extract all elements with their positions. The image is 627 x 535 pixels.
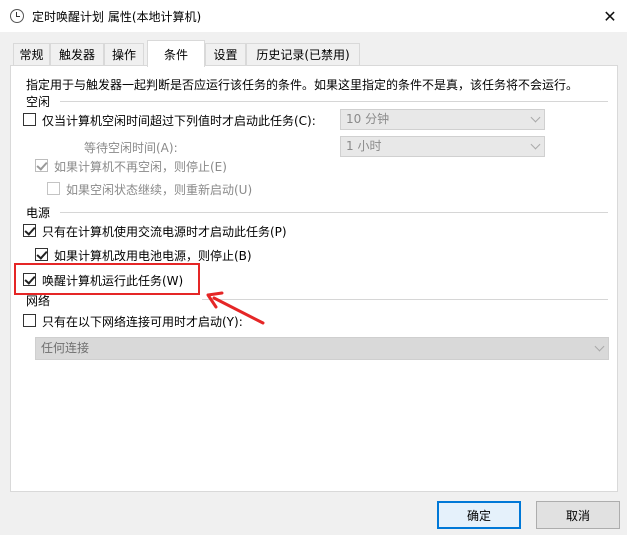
annotation-arrow-icon xyxy=(206,291,265,325)
cancel-button[interactable]: 取消 xyxy=(536,501,620,529)
ok-button[interactable]: 确定 xyxy=(437,501,521,529)
tab-conditions[interactable]: 条件 xyxy=(147,40,205,67)
